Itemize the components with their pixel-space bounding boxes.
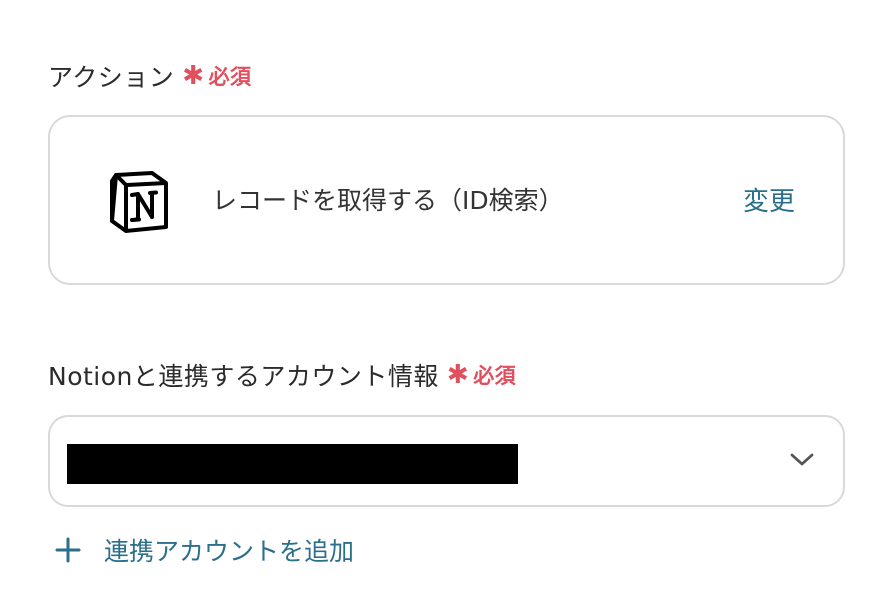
action-label-text: アクション bbox=[48, 63, 175, 92]
add-linked-account-button[interactable]: 連携アカウントを追加 bbox=[54, 532, 354, 568]
selected-action-name: レコードを取得する（ID検索） bbox=[212, 186, 564, 215]
chevron-down-icon bbox=[790, 453, 814, 466]
action-card: レコードを取得する（ID検索） 変更 bbox=[48, 115, 845, 285]
required-badge: 必須 bbox=[208, 65, 252, 89]
required-badge: 必須 bbox=[473, 364, 517, 388]
redacted-account-value bbox=[67, 444, 518, 484]
required-star-icon: ✱ bbox=[182, 61, 205, 91]
plus-icon bbox=[55, 537, 81, 563]
form-page: アクション ✱ 必須 レコードを取得する（ID検索） 変更 Notionと連携す… bbox=[0, 0, 888, 590]
change-action-button[interactable]: 変更 bbox=[743, 181, 795, 218]
notion-logo-icon bbox=[110, 171, 168, 233]
account-label-text: Notionと連携するアカウント情報 bbox=[48, 362, 439, 391]
add-account-label: 連携アカウントを追加 bbox=[104, 537, 355, 566]
action-field-label: アクション ✱ 必須 bbox=[48, 56, 252, 96]
required-star-icon: ✱ bbox=[446, 360, 470, 390]
account-field-label: Notionと連携するアカウント情報 ✱ 必須 bbox=[48, 355, 516, 395]
account-select-dropdown[interactable] bbox=[48, 415, 845, 507]
